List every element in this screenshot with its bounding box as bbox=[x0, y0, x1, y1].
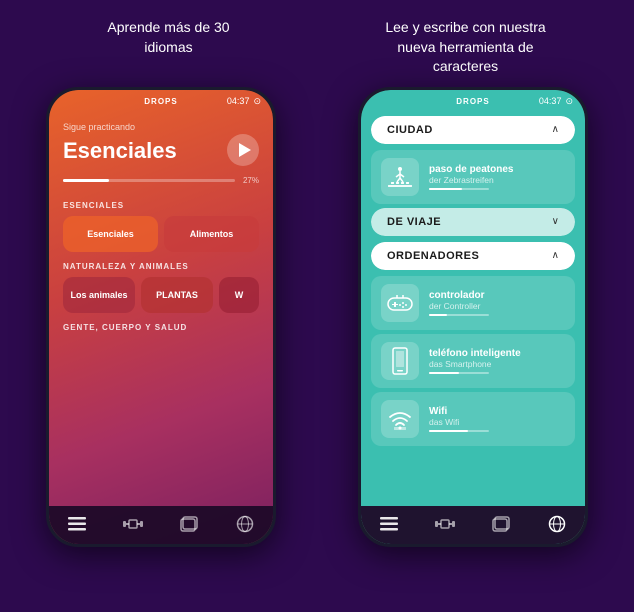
category-gente: GENTE, CUERPO Y SALUD bbox=[63, 323, 259, 332]
wifi-text: Wifi das Wifi bbox=[429, 406, 489, 432]
card-partial[interactable]: W bbox=[219, 277, 259, 313]
right-header-text: Lee y escribe con nuestra nueva herramie… bbox=[317, 18, 614, 77]
cat-label-2: NATURALEZA Y ANIMALES bbox=[63, 262, 259, 271]
telefono-text: teléfono inteligente das Smartphone bbox=[429, 348, 521, 374]
progress-percentage: 27% bbox=[243, 176, 259, 185]
peatones-sub: der Zebrastreifen bbox=[429, 175, 513, 185]
phone2-app-name: DROPS bbox=[456, 97, 489, 106]
nav2-dumbbell-icon[interactable] bbox=[431, 514, 459, 534]
nav2-cards-icon[interactable] bbox=[487, 514, 515, 534]
continues-label: Sigue practicando bbox=[63, 122, 259, 132]
list-item-controlador[interactable]: controlador der Controller bbox=[371, 276, 575, 330]
phones-container: DROPS 04:37 ⊙ Sigue practicando Esencial… bbox=[0, 87, 634, 547]
accordion-ciudad: CIUDAD ∧ bbox=[371, 116, 575, 144]
peatones-progress bbox=[429, 188, 489, 190]
telefono-sub: das Smartphone bbox=[429, 359, 521, 369]
card-esenciales[interactable]: Esenciales bbox=[63, 216, 158, 252]
category-esenciales: ESENCIALES Esenciales Alimentos bbox=[63, 201, 259, 252]
phone2-status-bar: DROPS 04:37 ⊙ bbox=[361, 90, 585, 109]
chevron-up-ciudad: ∧ bbox=[552, 124, 559, 135]
phone1-app-name: DROPS bbox=[144, 97, 177, 106]
nav2-list-icon[interactable] bbox=[375, 514, 403, 534]
accordion-ordenadores-title: ORDENADORES bbox=[387, 250, 479, 262]
progress-row: 27% bbox=[63, 176, 259, 185]
nav-list-icon[interactable] bbox=[63, 514, 91, 534]
accordion-ciudad-header[interactable]: CIUDAD ∧ bbox=[371, 116, 575, 144]
peatones-text: paso de peatones der Zebrastreifen bbox=[429, 164, 513, 190]
phone1-battery-icon: ⊙ bbox=[253, 96, 261, 107]
phone1-time: 04:37 bbox=[227, 96, 250, 106]
list-item-wifi[interactable]: Wifi das Wifi bbox=[371, 392, 575, 446]
cat-label-3: GENTE, CUERPO Y SALUD bbox=[63, 323, 259, 332]
chevron-up-ordenadores: ∧ bbox=[552, 250, 559, 261]
category-naturaleza: NATURALEZA Y ANIMALES Los animales PLANT… bbox=[63, 262, 259, 313]
telefono-icon bbox=[381, 342, 419, 380]
accordion-viaje-header[interactable]: DE VIAJE ∨ bbox=[371, 208, 575, 236]
nav-dumbbell-icon[interactable] bbox=[119, 514, 147, 534]
phone-2: DROPS 04:37 ⊙ CIUDAD ∧ bbox=[358, 87, 588, 547]
phone2-bottom-nav bbox=[361, 506, 585, 544]
accordion-de-viaje: DE VIAJE ∨ bbox=[371, 208, 575, 236]
cards-row-1: Esenciales Alimentos bbox=[63, 216, 259, 252]
wifi-sub: das Wifi bbox=[429, 417, 489, 427]
card-plantas[interactable]: PLANTAS bbox=[141, 277, 213, 313]
card-animales[interactable]: Los animales bbox=[63, 277, 135, 313]
phone1-bottom-nav bbox=[49, 506, 273, 544]
left-header-text: Aprende más de 30 idiomas bbox=[20, 18, 317, 77]
play-button[interactable] bbox=[227, 134, 259, 166]
controlador-progress bbox=[429, 314, 489, 316]
progress-fill bbox=[63, 179, 109, 182]
controlador-icon bbox=[381, 284, 419, 322]
list-item-telefono[interactable]: teléfono inteligente das Smartphone bbox=[371, 334, 575, 388]
phone1-status-bar: DROPS 04:37 ⊙ bbox=[49, 90, 273, 109]
cat-label-1: ESENCIALES bbox=[63, 201, 259, 210]
play-icon bbox=[239, 143, 251, 157]
phone2-time: 04:37 bbox=[539, 96, 562, 106]
progress-bar bbox=[63, 179, 235, 182]
cards-row-2: Los animales PLANTAS W bbox=[63, 277, 259, 313]
accordion-viaje-title: DE VIAJE bbox=[387, 216, 441, 228]
phone2-battery-icon: ⊙ bbox=[565, 96, 573, 107]
phone-1: DROPS 04:37 ⊙ Sigue practicando Esencial… bbox=[46, 87, 276, 547]
nav-globe-icon[interactable] bbox=[231, 514, 259, 534]
card-alimentos[interactable]: Alimentos bbox=[164, 216, 259, 252]
top-section: Aprende más de 30 idiomas Lee y escribe … bbox=[0, 0, 634, 87]
peatones-icon bbox=[381, 158, 419, 196]
chevron-down-viaje: ∨ bbox=[552, 216, 559, 227]
controlador-sub: der Controller bbox=[429, 301, 489, 311]
accordion-ciudad-title: CIUDAD bbox=[387, 124, 433, 136]
wifi-progress bbox=[429, 430, 489, 432]
wifi-icon bbox=[381, 400, 419, 438]
main-title: Esenciales bbox=[63, 138, 177, 164]
phone2-content: CIUDAD ∧ bbox=[361, 90, 585, 446]
nav2-globe-icon[interactable] bbox=[543, 514, 571, 534]
peatones-main: paso de peatones bbox=[429, 164, 513, 175]
nav-cards-icon[interactable] bbox=[175, 514, 203, 534]
controlador-text: controlador der Controller bbox=[429, 290, 489, 316]
telefono-progress bbox=[429, 372, 489, 374]
accordion-ordenadores-header[interactable]: ORDENADORES ∧ bbox=[371, 242, 575, 270]
accordion-ordenadores: ORDENADORES ∧ bbox=[371, 242, 575, 270]
phone1-content: Sigue practicando Esenciales 27% ESENCIA… bbox=[49, 90, 273, 348]
wifi-main: Wifi bbox=[429, 406, 489, 417]
telefono-main: teléfono inteligente bbox=[429, 348, 521, 359]
list-item-peatones[interactable]: paso de peatones der Zebrastreifen bbox=[371, 150, 575, 204]
controlador-main: controlador bbox=[429, 290, 489, 301]
